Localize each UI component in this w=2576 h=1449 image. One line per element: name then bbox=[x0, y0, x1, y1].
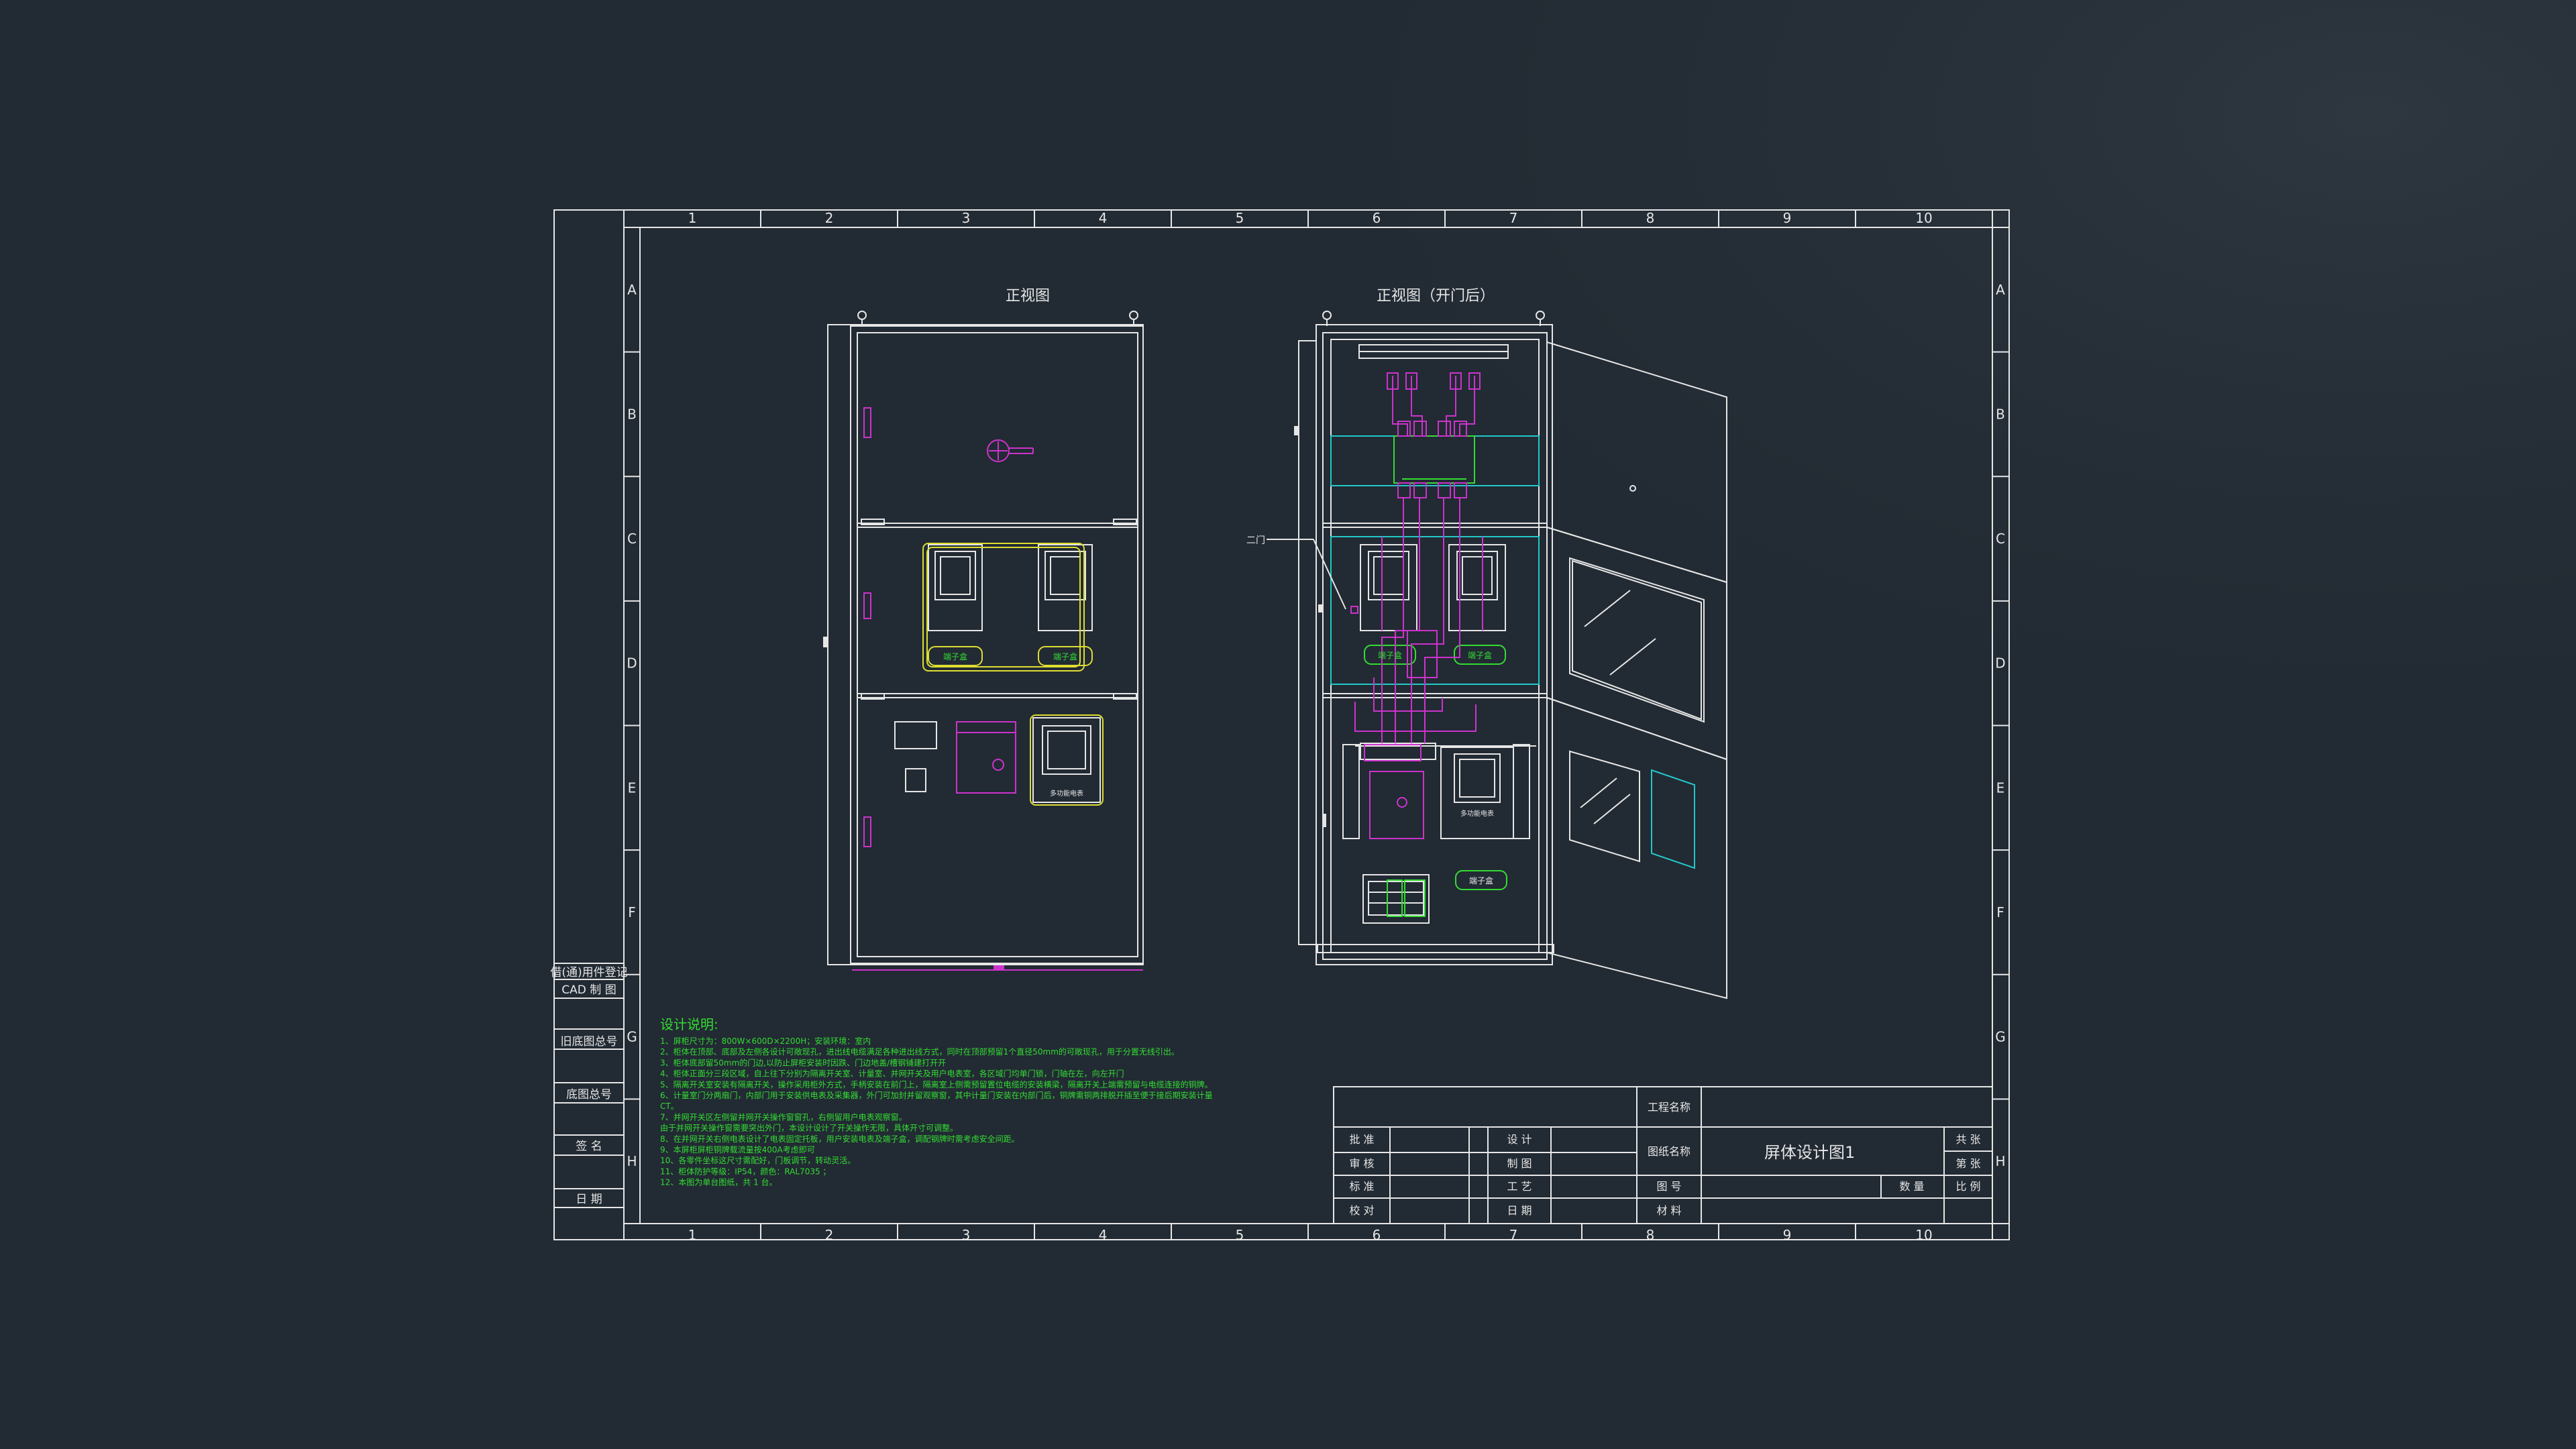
grid-row-label-right: H bbox=[1995, 1153, 2005, 1169]
notes-line: 3、柜体底部留50mm的门边,以防止屏柜安装时因跌、门边地盖/槽钢铺建打开开 bbox=[660, 1057, 946, 1067]
grid-row-label-right: C bbox=[1996, 531, 2005, 547]
tb-scale: 比 例 bbox=[1955, 1180, 1980, 1193]
grid-row-label-left: C bbox=[627, 531, 637, 547]
grid-col-label-bottom: 6 bbox=[1373, 1227, 1381, 1243]
grid-col-label-top: 9 bbox=[1783, 210, 1792, 226]
grid-col-label-bottom: 7 bbox=[1509, 1227, 1518, 1243]
project-name-label: 工程名称 bbox=[1648, 1101, 1690, 1114]
drawing-sheet: 1 1 2 2 3 3 4 4 5 5 6 6 7 7 8 8 9 9 10 10 A A B B C C D D E E F F G G H H 借… bbox=[0, 0, 2576, 1449]
grid-col-label-top: 10 bbox=[1915, 210, 1932, 226]
notes-line: 11、柜体防护等级：IP54，颜色：RAL7035 ； bbox=[660, 1166, 830, 1176]
grid-row-label-right: B bbox=[1996, 406, 2005, 422]
callout-label: 二门 bbox=[1246, 535, 1265, 546]
front-meter-label: 多功能电表 bbox=[1050, 789, 1083, 798]
notes-line: 10、各零件坐标这尺寸需配好，门板调节，转动灵活。 bbox=[660, 1155, 855, 1165]
grid-col-label-bottom: 9 bbox=[1783, 1227, 1792, 1243]
grid-row-label-left: A bbox=[627, 282, 637, 298]
tb-quantity: 数 量 bbox=[1899, 1180, 1924, 1193]
tb-standard: 标 准 bbox=[1349, 1180, 1374, 1193]
tb-approve: 批 准 bbox=[1349, 1133, 1374, 1146]
grid-row-label-left: G bbox=[627, 1029, 637, 1045]
tb-sheet-no: 第 张 bbox=[1955, 1157, 1980, 1170]
tb-total-sheets: 共 张 bbox=[1955, 1133, 1980, 1146]
grid-col-label-top: 2 bbox=[825, 210, 834, 226]
grid-col-label-bottom: 1 bbox=[688, 1227, 697, 1243]
tb-material: 材 料 bbox=[1656, 1204, 1681, 1217]
notes-line: 7、并网开关区左侧留并网开关操作窗窗孔，右侧留用户电表观察窗。 bbox=[660, 1112, 907, 1122]
grid-row-label-left: B bbox=[627, 406, 637, 422]
grid-row-label-left: D bbox=[627, 655, 637, 672]
front-terminal-box-label-2: 端子盒 bbox=[1053, 651, 1077, 661]
tb-design: 设 计 bbox=[1507, 1133, 1532, 1146]
grid-row-label-right: F bbox=[1996, 904, 2004, 920]
grid-row-label-right: G bbox=[1995, 1029, 2006, 1045]
grid-col-label-top: 4 bbox=[1099, 210, 1108, 226]
strip-item-old-base: 旧底图总号 bbox=[561, 1035, 618, 1049]
grid-col-label-bottom: 2 bbox=[825, 1227, 834, 1243]
front-view-title: 正视图 bbox=[1006, 288, 1050, 305]
grid-col-label-top: 5 bbox=[1236, 210, 1244, 226]
strip-item-register: 借(通)用件登记 bbox=[550, 966, 627, 979]
grid-col-label-top: 7 bbox=[1509, 210, 1518, 226]
notes-line: 2、柜体在顶部、底部及左侧各设计可敞现孔，进出线电缆满足各种进出线方式，同时在顶… bbox=[660, 1046, 1179, 1057]
notes-line: 1、屏柜尺寸为：800W×600D×2200H；安装环境：室内 bbox=[660, 1036, 871, 1046]
strip-item-base: 底图总号 bbox=[566, 1088, 612, 1102]
notes-line: 8、在并网开关右侧电表设计了电表固定托板，用户安装电表及端子盒，调配钢牌时需考虑… bbox=[660, 1134, 1020, 1144]
notes-line: 9、本屏柜屏柜铜牌载流量按400A考虑即可 bbox=[660, 1144, 815, 1155]
open-meter-label: 多功能电表 bbox=[1460, 809, 1494, 818]
notes-title: 设计说明: bbox=[660, 1016, 718, 1032]
drawing-name-label: 图纸名称 bbox=[1648, 1145, 1690, 1158]
open-terminal-box-label-3: 端子盒 bbox=[1469, 875, 1493, 885]
grid-col-label-bottom: 8 bbox=[1646, 1227, 1655, 1243]
notes-line: 4、柜体正面分三段区域，自上往下分别为隔离开关室、计量室、并网开关及用户电表室，… bbox=[660, 1069, 1124, 1079]
tb-review: 审 核 bbox=[1349, 1157, 1374, 1170]
notes-line: 由于并网开关操作窗需要突出外门，本设计设计了开关操作无限，具体开寸可调整。 bbox=[660, 1123, 958, 1133]
tb-check: 校 对 bbox=[1349, 1204, 1374, 1217]
strip-item-date: 日 期 bbox=[576, 1193, 602, 1206]
grid-col-label-bottom: 5 bbox=[1236, 1227, 1244, 1243]
grid-row-label-right: D bbox=[1995, 655, 2005, 672]
grid-row-label-left: H bbox=[627, 1153, 637, 1169]
front-terminal-box-label-1: 端子盒 bbox=[943, 651, 967, 661]
notes-line: 6、计量室门分两扇门，内部门用于安装供电表及采集器，外门可加封并留观察窗，其中计… bbox=[660, 1090, 1213, 1100]
grid-col-label-bottom: 3 bbox=[962, 1227, 971, 1243]
open-terminal-box-label-2: 端子盒 bbox=[1468, 650, 1492, 660]
tb-drawing-no: 图 号 bbox=[1656, 1180, 1681, 1193]
strip-item-sign: 签 名 bbox=[576, 1140, 602, 1153]
grid-row-label-right: A bbox=[1996, 282, 2005, 298]
tb-process: 工 艺 bbox=[1507, 1180, 1532, 1193]
grid-row-label-left: F bbox=[628, 904, 636, 920]
grid-col-label-bottom: 4 bbox=[1099, 1227, 1108, 1243]
grid-col-label-top: 6 bbox=[1373, 210, 1381, 226]
tb-date: 日 期 bbox=[1507, 1204, 1532, 1217]
front-open-view-title: 正视图（开门后） bbox=[1377, 288, 1495, 305]
tb-draw: 制 图 bbox=[1507, 1157, 1532, 1170]
grid-col-label-top: 8 bbox=[1646, 210, 1655, 226]
strip-item-cad: CAD 制 图 bbox=[561, 983, 616, 997]
grid-col-label-bottom: 10 bbox=[1915, 1227, 1932, 1243]
cad-drawing-canvas: 1 1 2 2 3 3 4 4 5 5 6 6 7 7 8 8 9 9 10 10 A A B B C C D D E E F F G G H H 借… bbox=[0, 0, 2576, 1449]
open-terminal-box-label-1: 端子盒 bbox=[1378, 650, 1402, 660]
grid-row-label-left: E bbox=[628, 780, 637, 796]
grid-col-label-top: 1 bbox=[688, 210, 697, 226]
notes-line: 12、本图为单台图纸，共 1 台。 bbox=[660, 1177, 777, 1187]
notes-line: CT。 bbox=[660, 1102, 679, 1111]
grid-col-label-top: 3 bbox=[962, 210, 971, 226]
grid-row-label-right: E bbox=[1996, 780, 2005, 796]
drawing-name-value: 屏体设计图1 bbox=[1764, 1143, 1855, 1162]
notes-line: 5、隔离开关室安装有隔离开关，操作采用柜外方式，手柄安装在前门上，隔离室上侧需预… bbox=[660, 1079, 1213, 1089]
